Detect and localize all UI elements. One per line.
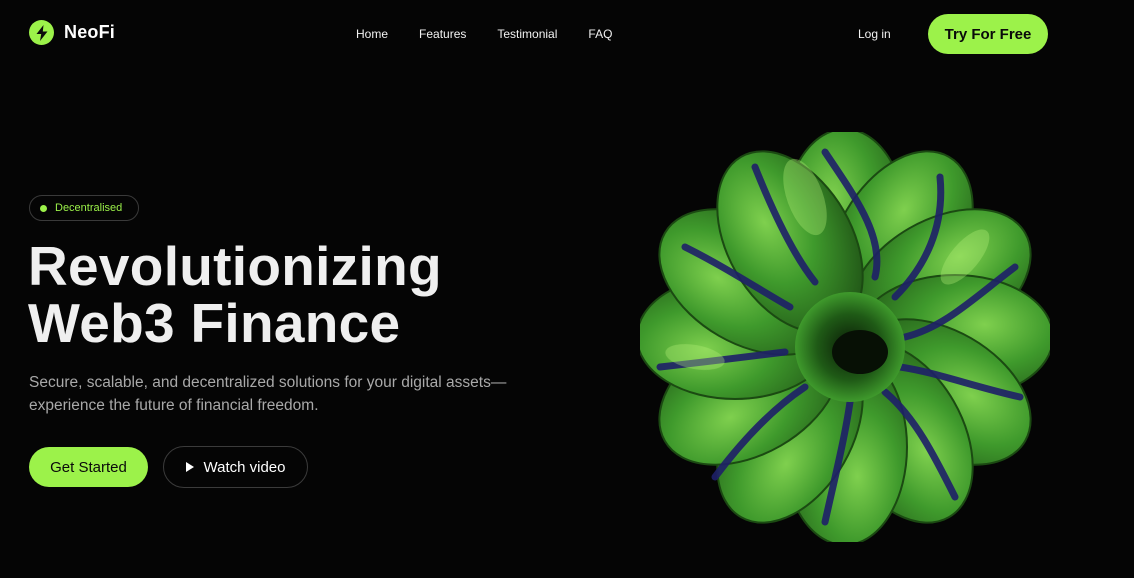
get-started-button[interactable]: Get Started [29,447,148,487]
hero-subtitle: Secure, scalable, and decentralized solu… [29,374,507,414]
play-icon [185,462,194,472]
main-nav: Home Features Testimonial FAQ [356,27,612,41]
status-dot-icon [40,204,47,212]
nav-item-home[interactable]: Home [356,27,388,41]
try-for-free-button[interactable]: Try For Free [928,14,1048,54]
brand-name: NeoFi [64,22,116,42]
watch-video-button[interactable]: Watch video [163,446,308,488]
nav-item-testimonial[interactable]: Testimonial [497,27,557,41]
decentralised-badge: Decentralised [29,195,139,221]
hero-3d-spiral-illustration [640,132,1050,542]
headline-line-2: Web3 Finance [28,292,401,354]
hero-headline: Revolutionizing Web3 Finance [28,238,442,352]
nav-item-features[interactable]: Features [419,27,466,41]
watch-video-label: Watch video [203,458,286,476]
headline-line-1: Revolutionizing [28,235,442,297]
login-link[interactable]: Log in [858,27,891,41]
lightning-bolt-icon [29,20,54,45]
badge-label: Decentralised [55,201,123,214]
brand-logo[interactable]: NeoFi [29,20,115,45]
landing-page: NeoFi Home Features Testimonial FAQ Log … [0,0,1134,578]
nav-item-faq[interactable]: FAQ [588,27,612,41]
